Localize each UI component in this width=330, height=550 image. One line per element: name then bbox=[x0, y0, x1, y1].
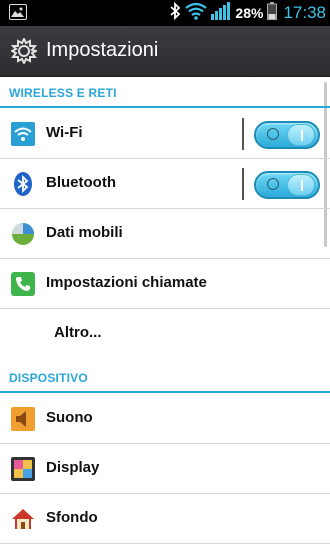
speaker-icon bbox=[11, 407, 35, 431]
section-divider bbox=[0, 391, 330, 393]
section-header-wireless: WIRELESS E RETI bbox=[0, 78, 330, 108]
toggle-divider bbox=[242, 118, 244, 150]
battery-percent: 28% bbox=[235, 5, 264, 21]
phone-icon bbox=[11, 272, 35, 296]
settings-item-label: Display bbox=[46, 459, 100, 476]
settings-item-label: Wi-Fi bbox=[46, 124, 83, 141]
page-title: Impostazioni bbox=[46, 39, 159, 61]
section-divider bbox=[0, 106, 330, 108]
action-bar: Impostazioni bbox=[0, 26, 330, 77]
settings-item-label: Altro... bbox=[54, 324, 102, 341]
settings-item-label: Suono bbox=[46, 409, 93, 426]
settings-item-display[interactable]: Display bbox=[0, 444, 330, 494]
settings-item-mobile-data[interactable]: Dati mobili bbox=[0, 209, 330, 259]
settings-item-label: Sfondo bbox=[46, 509, 98, 526]
bluetooth-toggle[interactable] bbox=[254, 171, 320, 199]
toggle-divider bbox=[242, 168, 244, 200]
settings-item-call-settings[interactable]: Impostazioni chiamate bbox=[0, 259, 330, 309]
gallery-icon bbox=[9, 4, 27, 20]
settings-item-sound[interactable]: Suono bbox=[0, 394, 330, 444]
display-icon bbox=[11, 457, 35, 481]
settings-item-label: Impostazioni chiamate bbox=[46, 274, 207, 291]
bluetooth-icon bbox=[11, 172, 35, 196]
settings-item-more[interactable]: Altro... bbox=[0, 309, 330, 359]
settings-item-label: Dati mobili bbox=[46, 224, 123, 241]
section-title: WIRELESS E RETI bbox=[9, 86, 117, 100]
settings-item-bluetooth[interactable]: Bluetooth bbox=[0, 159, 330, 209]
wifi-icon bbox=[185, 2, 208, 25]
home-icon bbox=[11, 507, 35, 531]
settings-item-label: Bluetooth bbox=[46, 174, 116, 191]
data-usage-icon bbox=[11, 222, 35, 246]
section-title: DISPOSITIVO bbox=[9, 371, 88, 385]
gear-icon bbox=[9, 36, 39, 69]
section-header-device: DISPOSITIVO bbox=[0, 363, 330, 393]
signal-icon bbox=[211, 1, 231, 25]
battery-icon bbox=[267, 1, 278, 25]
settings-item-wallpaper[interactable]: Sfondo bbox=[0, 494, 330, 544]
bluetooth-icon bbox=[169, 1, 181, 25]
wifi-toggle[interactable] bbox=[254, 121, 320, 149]
settings-item-wifi[interactable]: Wi-Fi bbox=[0, 109, 330, 159]
wifi-icon bbox=[11, 122, 35, 146]
clock: 17:38 bbox=[283, 3, 326, 22]
status-bar: 28% 17:38 bbox=[0, 0, 330, 26]
